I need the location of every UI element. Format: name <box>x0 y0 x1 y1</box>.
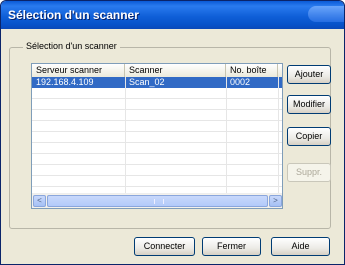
window-title: Sélection d'un scanner <box>8 8 139 22</box>
scanner-list[interactable]: Serveur scanner Scanner No. boîte 192.16… <box>31 63 283 209</box>
scrollbar-grip-icon <box>153 199 164 204</box>
column-divider <box>278 77 279 194</box>
empty-row <box>32 121 282 132</box>
empty-row <box>32 110 282 121</box>
scroll-right-arrow-icon[interactable]: > <box>269 195 282 207</box>
empty-row <box>32 165 282 176</box>
scroll-left-arrow-icon[interactable]: < <box>33 195 46 207</box>
scanner-selection-dialog: Sélection d'un scanner Sélection d'un sc… <box>0 0 345 265</box>
empty-row <box>32 132 282 143</box>
connect-button[interactable]: Connecter <box>134 237 195 256</box>
title-bar[interactable]: Sélection d'un scanner <box>1 1 344 29</box>
delete-button[interactable]: Suppr. <box>287 163 331 182</box>
groupbox-label: Sélection d'un scanner <box>23 41 120 51</box>
empty-row <box>32 176 282 187</box>
cell-box: 0002 <box>230 77 251 87</box>
empty-row <box>32 88 282 99</box>
add-button[interactable]: Ajouter <box>287 65 331 84</box>
close-button[interactable]: Fermer <box>202 237 261 256</box>
modify-button[interactable]: Modifier <box>287 95 331 114</box>
column-divider <box>226 77 227 194</box>
column-header-scanner[interactable]: Scanner <box>125 64 226 77</box>
copy-button[interactable]: Copier <box>287 127 331 146</box>
list-header: Serveur scanner Scanner No. boîte <box>32 64 282 78</box>
cell-server: 192.168.4.109 <box>36 77 94 87</box>
empty-row <box>32 143 282 154</box>
cell-scanner: Scan_02 <box>129 77 165 87</box>
table-row[interactable]: 192.168.4.109 Scan_02 0002 <box>32 77 282 88</box>
column-divider <box>125 77 126 194</box>
help-button[interactable]: Aide <box>271 237 330 256</box>
titlebar-decoration <box>308 6 344 22</box>
scrollbar-thumb[interactable] <box>47 195 268 207</box>
horizontal-scrollbar[interactable]: < > <box>32 193 282 208</box>
empty-row <box>32 99 282 110</box>
empty-row <box>32 154 282 165</box>
column-header-box[interactable]: No. boîte <box>226 64 278 77</box>
column-header-server[interactable]: Serveur scanner <box>32 64 125 77</box>
